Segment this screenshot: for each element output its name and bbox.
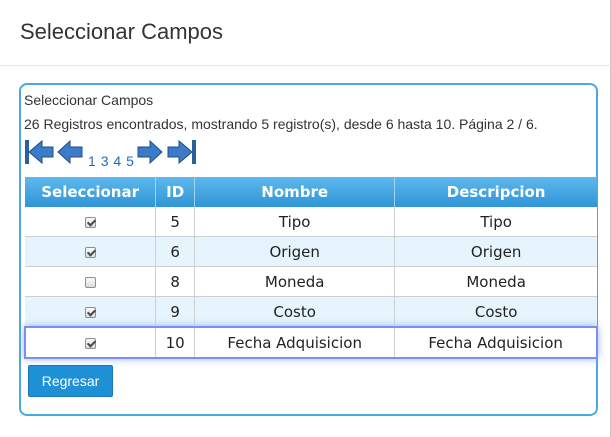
name-cell: Origen — [194, 236, 396, 267]
back-button[interactable]: Regresar — [28, 365, 113, 397]
panel-title: Seleccionar Campos — [24, 92, 154, 108]
pager: 1 3 4 5 — [24, 139, 224, 169]
id-cell: 9 — [155, 296, 196, 328]
table-row-selected: 10 Fecha Adquisicion Fecha Adquisicion — [24, 326, 599, 359]
description-cell: Fecha Adquisicion — [394, 326, 599, 359]
column-header-name[interactable]: Nombre — [194, 177, 396, 207]
modal-title: Seleccionar Campos — [20, 19, 223, 44]
table-header-row: Seleccionar ID Nombre Descripcion — [25, 177, 597, 207]
column-header-id[interactable]: ID — [155, 177, 196, 207]
table-row: 5 Tipo Tipo — [25, 207, 597, 237]
description-cell: Costo — [394, 296, 597, 328]
id-cell: 5 — [155, 207, 196, 237]
table-row: 9 Costo Costo — [25, 296, 597, 328]
row-checkbox[interactable] — [84, 276, 96, 288]
next-page-icon[interactable] — [137, 139, 163, 165]
prev-page-icon[interactable] — [57, 139, 83, 165]
row-checkbox[interactable] — [84, 216, 96, 228]
table-row: 6 Origen Origen — [25, 236, 597, 267]
select-fields-modal: Seleccionar Campos Seleccionar Campos 26… — [0, 0, 611, 437]
select-cell — [25, 236, 157, 267]
row-checkbox[interactable] — [84, 246, 96, 258]
id-cell: 10 — [155, 326, 196, 359]
description-cell: Tipo — [394, 207, 597, 237]
page-numbers: 1 3 4 5 — [88, 153, 135, 169]
column-header-description[interactable]: Descripcion — [394, 177, 597, 207]
id-cell: 6 — [155, 236, 196, 267]
page-link-3[interactable]: 3 — [101, 153, 109, 169]
name-cell: Costo — [194, 296, 396, 328]
select-cell — [25, 207, 157, 237]
name-cell: Moneda — [194, 266, 396, 297]
select-fields-panel: Seleccionar Campos 26 Registros encontra… — [19, 83, 599, 416]
name-cell: Tipo — [194, 207, 396, 237]
page-link-4[interactable]: 4 — [113, 153, 121, 169]
name-cell: Fecha Adquisicion — [194, 326, 396, 359]
row-checkbox[interactable] — [85, 337, 97, 349]
page-link-1[interactable]: 1 — [88, 153, 96, 169]
records-info: 26 Registros encontrados, mostrando 5 re… — [24, 116, 538, 132]
select-cell — [25, 266, 157, 297]
row-checkbox[interactable] — [84, 306, 96, 318]
description-cell: Origen — [394, 236, 597, 267]
column-header-select[interactable]: Seleccionar — [25, 177, 157, 207]
modal-header: Seleccionar Campos — [0, 0, 611, 66]
description-cell: Moneda — [394, 266, 597, 297]
fields-table: Seleccionar ID Nombre Descripcion 5 Tipo… — [24, 177, 599, 359]
id-cell: 8 — [155, 266, 196, 297]
table-row: 8 Moneda Moneda — [25, 266, 597, 297]
last-page-icon[interactable] — [167, 139, 197, 165]
select-cell — [24, 326, 157, 359]
first-page-icon[interactable] — [24, 139, 54, 165]
select-cell — [25, 296, 157, 328]
page-link-5[interactable]: 5 — [126, 153, 134, 169]
